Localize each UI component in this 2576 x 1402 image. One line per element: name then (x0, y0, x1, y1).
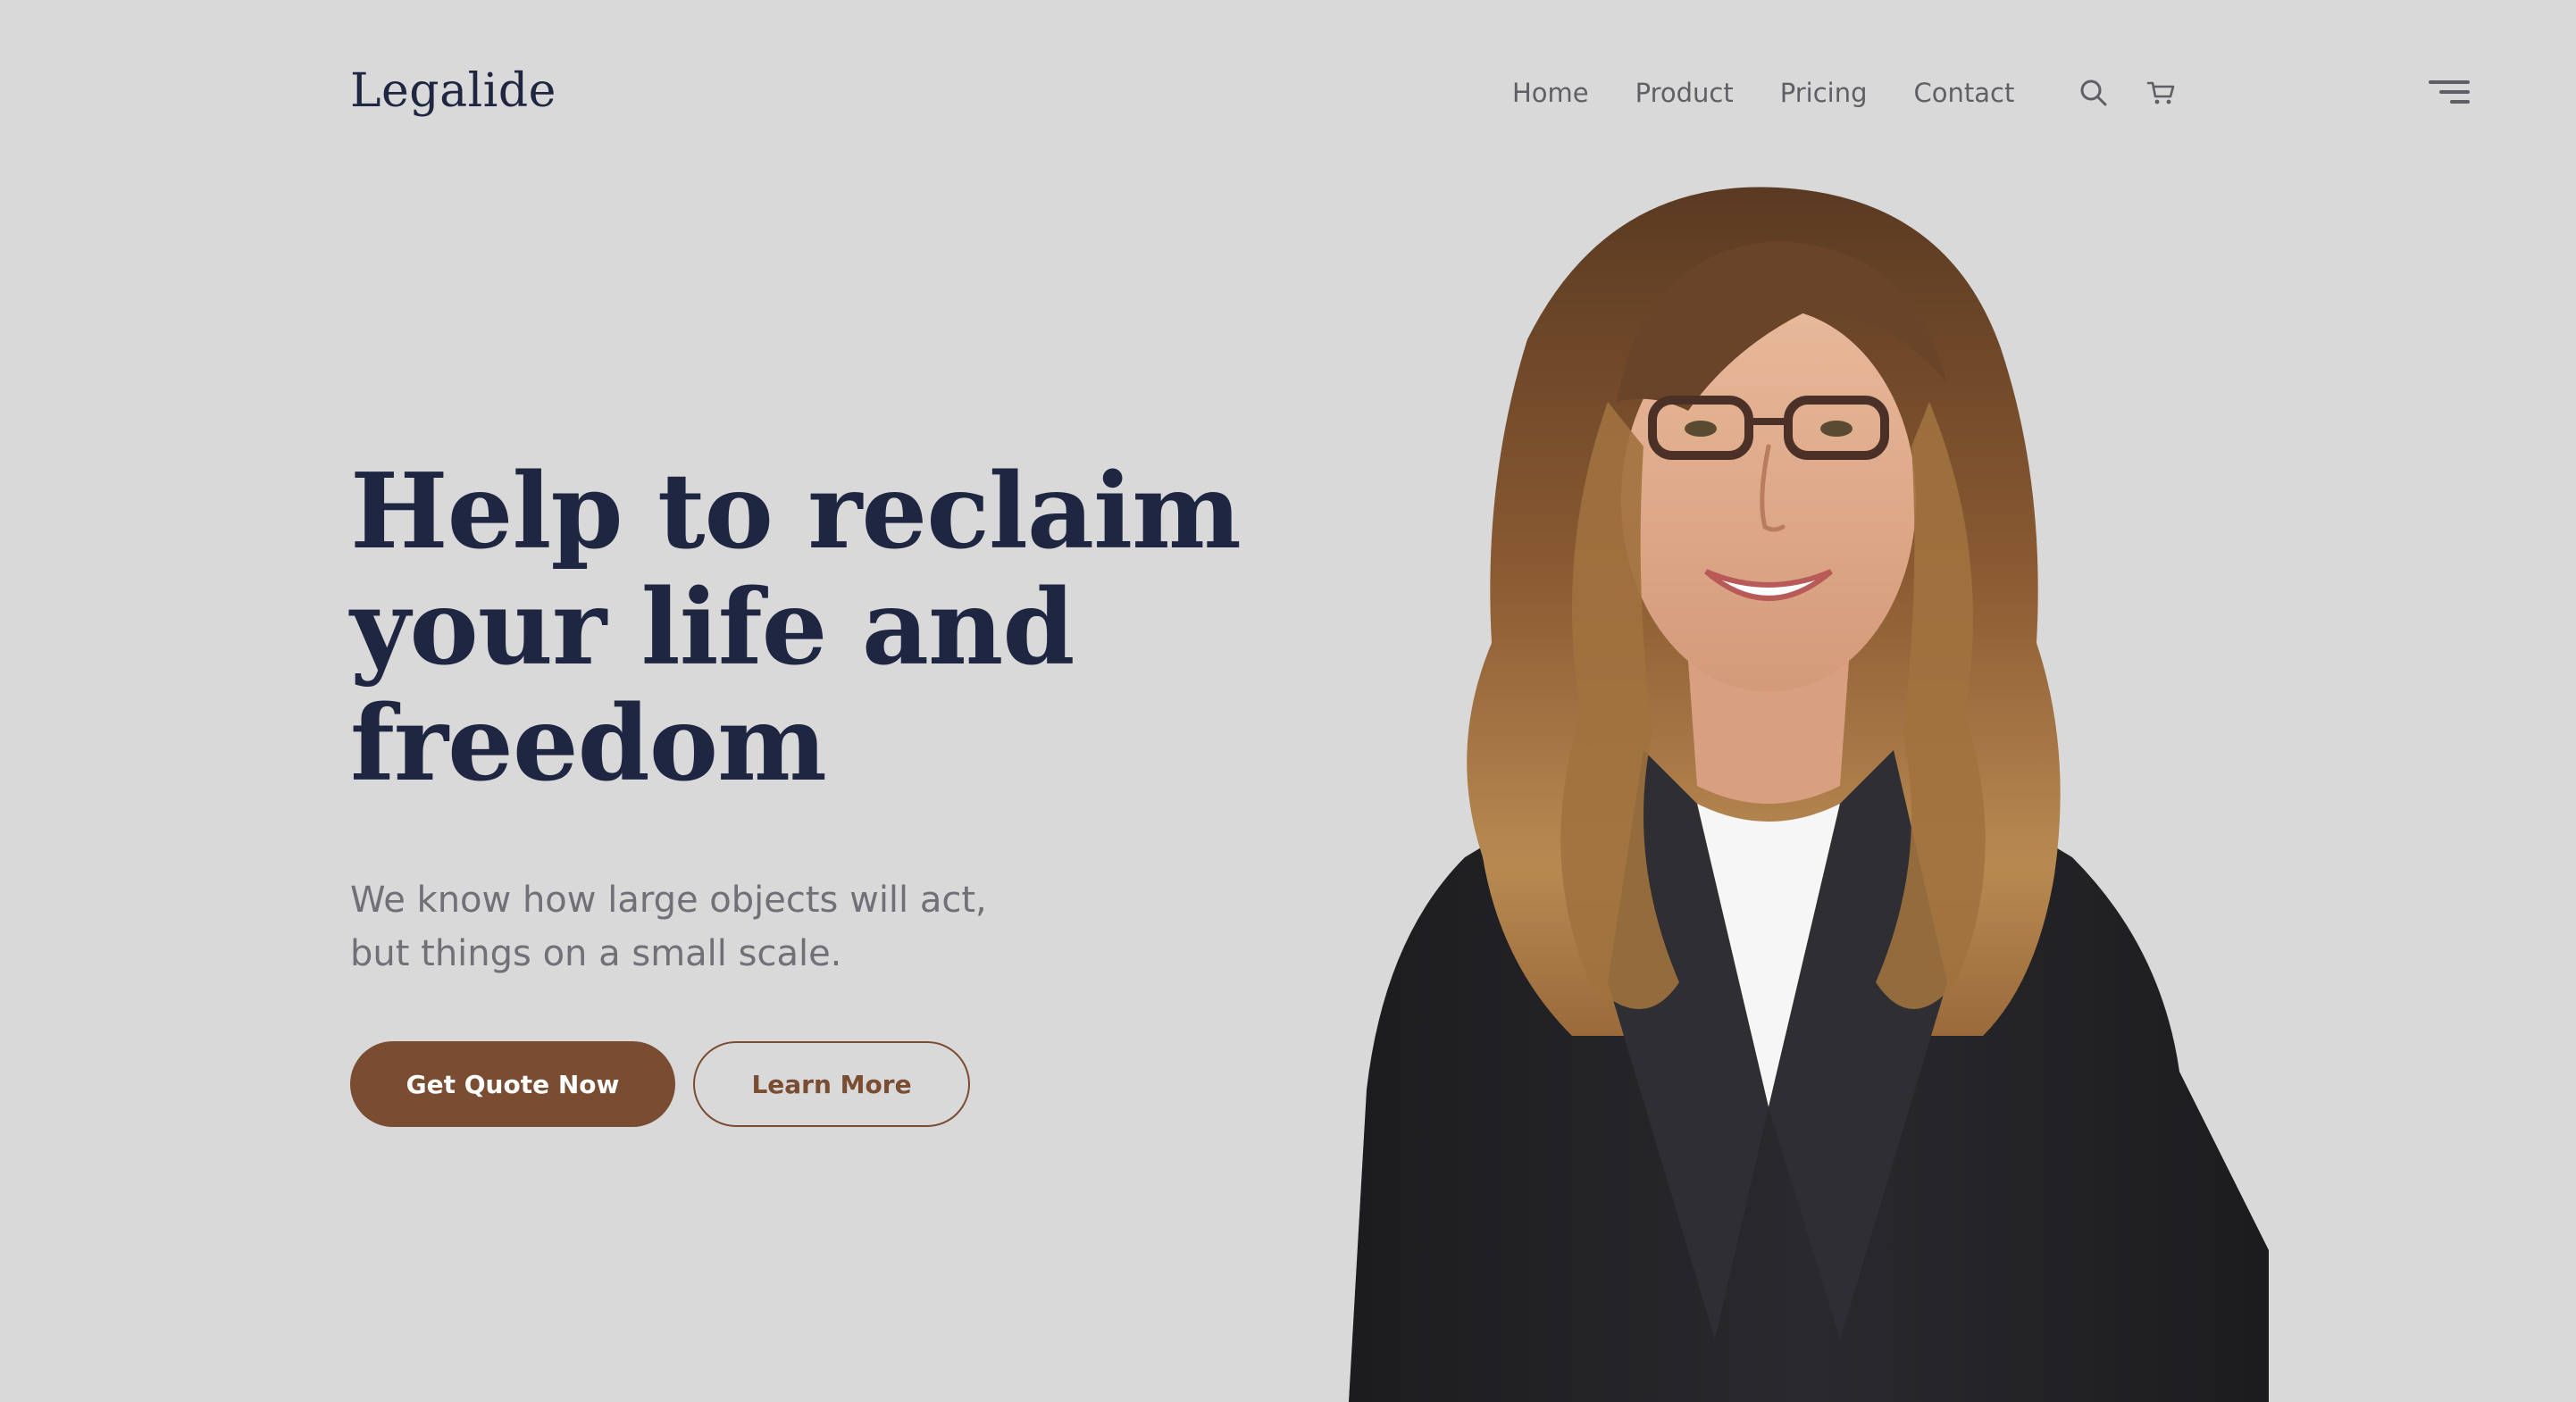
brand-logo[interactable]: Legalide (350, 55, 556, 127)
hero-title-line: your life and (350, 567, 1075, 688)
nav-item-contact[interactable]: Contact (1914, 70, 2015, 116)
nav-item-product[interactable]: Product (1635, 70, 1734, 116)
hero-title: Help to reclaim your life and freedom (350, 454, 1243, 802)
main-nav: Home Product Pricing Contact (1512, 70, 2014, 116)
learn-more-button[interactable]: Learn More (693, 1041, 970, 1127)
nav-item-pricing[interactable]: Pricing (1780, 70, 1868, 116)
cart-button[interactable] (2142, 73, 2181, 113)
hero-portrait-image (1349, 187, 2269, 1402)
search-icon (2080, 79, 2107, 106)
search-button[interactable] (2074, 73, 2113, 113)
hero-title-line: freedom (350, 683, 827, 805)
hero-subtitle-line: but things on a small scale. (350, 933, 842, 974)
hero-title-line: Help to reclaim (350, 451, 1242, 572)
hero-subtitle: We know how large objects will act, but … (350, 873, 1065, 981)
cart-icon (2146, 81, 2175, 104)
menu-icon (2429, 80, 2470, 104)
get-quote-button[interactable]: Get Quote Now (350, 1041, 675, 1127)
menu-button[interactable] (2428, 70, 2472, 114)
nav-item-home[interactable]: Home (1512, 70, 1589, 116)
hero-subtitle-line: We know how large objects will act, (350, 880, 987, 921)
